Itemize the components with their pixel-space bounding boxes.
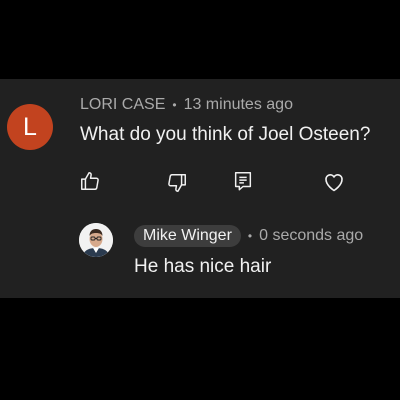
reply-meta-separator: •: [247, 229, 253, 243]
comment-author[interactable]: LORI CASE: [80, 96, 165, 114]
commenter-avatar[interactable]: L: [7, 104, 53, 150]
reply-time[interactable]: 0 seconds ago: [259, 227, 363, 245]
like-icon[interactable]: [79, 170, 101, 192]
comment-time[interactable]: 13 minutes ago: [184, 96, 293, 114]
comment-text: What do you think of Joel Osteen?: [80, 124, 371, 145]
heart-icon[interactable]: [322, 170, 346, 194]
reply-avatar[interactable]: [79, 223, 113, 257]
reply-author-chip[interactable]: Mike Winger: [134, 225, 241, 247]
reply-text: He has nice hair: [134, 256, 272, 277]
comment-meta: LORI CASE • 13 minutes ago: [80, 94, 293, 116]
dislike-icon[interactable]: [166, 172, 188, 194]
person-portrait-icon: [79, 223, 113, 257]
meta-separator: •: [172, 98, 177, 112]
reply-icon[interactable]: [232, 170, 254, 192]
reply-meta: Mike Winger • 0 seconds ago: [134, 225, 363, 247]
